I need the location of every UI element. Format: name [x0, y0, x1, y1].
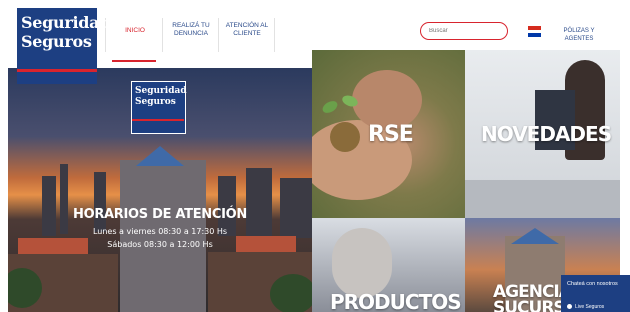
hero-title: HORARIOS DE ATENCIÓN: [73, 207, 247, 222]
tile-productos[interactable]: PRODUCTOS: [312, 218, 465, 312]
person-shape: [332, 228, 392, 298]
city-building: [94, 172, 106, 232]
chat-status-text: Live Seguros: [575, 304, 605, 310]
tile-novedades-label: NOVEDADES: [481, 122, 612, 146]
chat-label: Chateá con nosotros: [567, 281, 618, 287]
search-input[interactable]: [420, 22, 508, 40]
brand-logo[interactable]: Seguridad Seguros: [17, 8, 111, 84]
city-building: [120, 160, 206, 312]
tile-rse[interactable]: RSE: [312, 50, 465, 218]
hero-logo-line1: Seguridad: [135, 86, 187, 96]
chat-widget[interactable]: Chateá con nosotros Live Seguros: [561, 275, 630, 312]
hero-hours-saturday: Sábados 08:30 a 12:00 Hs: [107, 240, 213, 249]
tile-productos-label: PRODUCTOS: [330, 290, 462, 312]
desk: [465, 180, 620, 218]
logo-text-line1: Seguridad: [21, 13, 111, 32]
nav-inicio[interactable]: INICIO: [110, 27, 160, 55]
hero-logo-line2: Seguros: [135, 97, 176, 107]
building-dome: [511, 228, 559, 244]
nav-divider: [274, 18, 275, 52]
tree: [270, 274, 312, 312]
nav-divider: [162, 18, 163, 52]
hero-logo: Seguridad Seguros: [131, 81, 187, 134]
tile-rse-label: RSE: [368, 122, 414, 147]
building-dome: [136, 146, 184, 166]
tile-novedades[interactable]: NOVEDADES: [465, 50, 620, 218]
nav-denuncia-label: REALIZÁ TU DENUNCIA: [172, 22, 210, 37]
nav-denuncia[interactable]: REALIZÁ TU DENUNCIA: [166, 22, 216, 38]
polizas-agentes-link[interactable]: PÓLIZAS Y AGENTES: [556, 27, 602, 43]
hero-banner[interactable]: Seguridad Seguros HORARIOS DE ATENCIÓN L…: [8, 68, 312, 312]
nav-active-indicator: [112, 60, 156, 62]
nav-atencion-label: ATENCIÓN AL CLIENTE: [225, 22, 269, 37]
hero-hours-weekdays: Lunes a viernes 08:30 a 17:30 Hs: [92, 227, 228, 236]
nav-divider: [218, 18, 219, 52]
logo-red-bar: [17, 69, 97, 72]
chat-status: Live Seguros: [567, 304, 604, 310]
logo-text-line2: Seguros: [21, 32, 92, 51]
nav-atencion[interactable]: ATENCIÓN AL CLIENTE: [222, 22, 272, 38]
plant-leaf-icon: [320, 98, 340, 116]
nav-inicio-label: INICIO: [125, 27, 145, 34]
chat-status-icon: [567, 304, 572, 310]
hero-logo-bar: [132, 119, 184, 121]
language-flag-icon[interactable]: [528, 26, 541, 37]
hand-shape: [352, 70, 422, 130]
plant-pot: [330, 122, 360, 152]
city-building: [60, 164, 68, 234]
